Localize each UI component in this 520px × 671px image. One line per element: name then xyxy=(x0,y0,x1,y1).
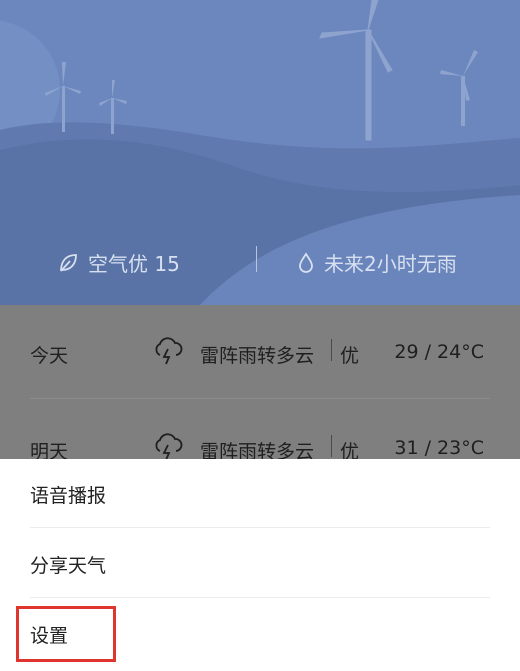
rain-forecast[interactable]: 未来2小时无雨 xyxy=(298,248,457,277)
air-quality-text: 空气优 15 xyxy=(88,252,180,276)
thunderstorm-icon xyxy=(155,433,183,461)
menu-item-voice-broadcast[interactable]: 语音播报 xyxy=(0,459,520,529)
weather-hero: 空气优 15 未来2小时无雨 xyxy=(0,0,520,305)
menu-divider xyxy=(30,597,490,598)
forecast-temperature: 29 / 24°C xyxy=(394,341,484,363)
forecast-condition: 雷阵雨转多云 xyxy=(200,345,315,367)
forecast-aqi: 优 xyxy=(340,345,360,367)
water-drop-icon xyxy=(299,251,313,273)
air-quality[interactable]: 空气优 15 xyxy=(58,248,180,277)
forecast-separator xyxy=(331,339,332,361)
thunderstorm-icon xyxy=(155,337,183,365)
weather-stats: 空气优 15 未来2小时无雨 xyxy=(0,240,520,284)
leaf-icon xyxy=(60,253,77,272)
menu-item-label: 语音播报 xyxy=(30,485,107,507)
rain-forecast-text: 未来2小时无雨 xyxy=(324,252,457,276)
action-sheet: 语音播报 分享天气 设置 xyxy=(0,459,520,671)
menu-item-label: 分享天气 xyxy=(30,555,107,577)
menu-divider xyxy=(30,527,490,528)
forecast-row-today[interactable]: 今天 雷阵雨转多云 优 29 / 24°C xyxy=(0,305,520,401)
forecast-separator xyxy=(331,435,332,457)
forecast-temperature: 31 / 23°C xyxy=(394,437,484,459)
stats-divider xyxy=(256,246,257,272)
forecast-day: 今天 xyxy=(30,345,69,367)
row-divider xyxy=(30,398,490,399)
menu-item-share-weather[interactable]: 分享天气 xyxy=(0,529,520,599)
settings-highlight-box xyxy=(16,606,116,662)
